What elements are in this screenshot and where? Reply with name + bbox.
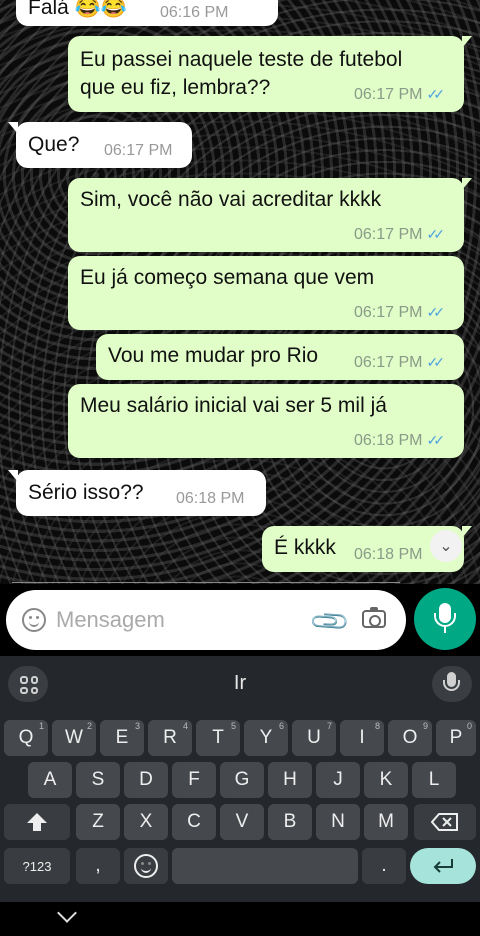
- message-text: Falá 😂😂: [28, 0, 127, 19]
- key-o[interactable]: O9: [388, 720, 432, 756]
- key-t[interactable]: T5: [196, 720, 240, 756]
- message-outgoing[interactable]: Sim, você não vai acreditar kkkk 06:17 P…: [68, 178, 472, 252]
- double-check-icon: ✓✓: [426, 226, 445, 242]
- navigation-bar: [0, 902, 480, 936]
- message-time: 06:17 PM ✓✓: [354, 226, 445, 243]
- emoji-icon: [134, 854, 158, 878]
- key-g[interactable]: G: [220, 762, 264, 798]
- message-outgoing[interactable]: Eu já começo semana que vem 06:17 PM ✓✓: [68, 256, 464, 330]
- message-incoming[interactable]: Falá 😂😂 06:16 PM: [16, 0, 278, 26]
- key-d[interactable]: D: [124, 762, 168, 798]
- apps-grid-button[interactable]: [8, 666, 48, 702]
- key-a[interactable]: A: [28, 762, 72, 798]
- microphone-icon: [443, 672, 460, 691]
- message-incoming[interactable]: Sério isso?? 06:18 PM: [8, 470, 266, 516]
- period-key[interactable]: .: [362, 848, 406, 884]
- message-outgoing[interactable]: Eu passei naquele teste de futebol que e…: [68, 36, 472, 112]
- key-r[interactable]: R4: [148, 720, 192, 756]
- key-z[interactable]: Z: [76, 804, 120, 840]
- camera-icon[interactable]: [362, 607, 386, 628]
- shift-arrow-icon: [27, 813, 47, 831]
- emoji-icon[interactable]: [22, 608, 46, 632]
- message-text: Meu salário inicial vai ser 5 mil já: [80, 394, 387, 417]
- message-text: É kkkk: [274, 536, 336, 559]
- message-text: Que?: [28, 133, 80, 156]
- key-q[interactable]: Q1: [4, 720, 48, 756]
- enter-arrow-icon: [433, 859, 453, 873]
- message-time: 06:18 PM: [176, 490, 245, 507]
- key-m[interactable]: M: [364, 804, 408, 840]
- comma-key[interactable]: ,: [76, 848, 120, 884]
- grid-icon: [20, 676, 38, 694]
- keyboard: Ir Q1 W2 E3 R4 T5 Y6 U7 I8 O9 P0 A S D F…: [0, 656, 480, 936]
- chat-area: Falá 😂😂 06:16 PM Eu passei naquele teste…: [0, 0, 480, 584]
- message-time: 06:16 PM: [160, 4, 229, 21]
- voice-record-button[interactable]: [414, 588, 476, 650]
- divider: [12, 582, 400, 583]
- message-text: Vou me mudar pro Rio: [108, 344, 319, 367]
- message-text: Eu já começo semana que vem: [80, 266, 375, 289]
- emoji-key[interactable]: [124, 848, 168, 884]
- backspace-icon: [431, 813, 458, 831]
- key-y[interactable]: Y6: [244, 720, 288, 756]
- message-text: Sim, você não vai acreditar kkkk: [80, 188, 382, 211]
- message-outgoing[interactable]: Vou me mudar pro Rio 06:17 PM ✓✓: [96, 334, 464, 380]
- message-text-line: que eu fiz, lembra??: [80, 76, 271, 99]
- message-time: 06:17 PM: [104, 142, 173, 159]
- message-time: 06:17 PM ✓✓: [354, 86, 445, 103]
- key-v[interactable]: V: [220, 804, 264, 840]
- message-outgoing[interactable]: Meu salário inicial vai ser 5 mil já 06:…: [68, 384, 464, 458]
- key-k[interactable]: K: [364, 762, 408, 798]
- key-n[interactable]: N: [316, 804, 360, 840]
- double-check-icon: ✓✓: [426, 86, 445, 102]
- symbols-key[interactable]: ?123: [4, 848, 70, 884]
- message-time: 06:17 PM ✓✓: [354, 304, 445, 321]
- voice-typing-button[interactable]: [432, 666, 472, 702]
- message-text-line: Eu passei naquele teste de futebol: [80, 48, 403, 71]
- word-suggestion[interactable]: Ir: [200, 672, 280, 695]
- key-s[interactable]: S: [76, 762, 120, 798]
- key-c[interactable]: C: [172, 804, 216, 840]
- suggestion-strip: Ir: [0, 656, 480, 710]
- chevron-down-icon[interactable]: [57, 903, 77, 923]
- key-w[interactable]: W2: [52, 720, 96, 756]
- message-time: 06:18 PM: [354, 546, 423, 563]
- message-text: Sério isso??: [28, 481, 144, 504]
- message-composer[interactable]: Mensagem 📎: [6, 590, 406, 650]
- key-l[interactable]: L: [412, 762, 456, 798]
- key-j[interactable]: J: [316, 762, 360, 798]
- microphone-icon: [434, 603, 456, 627]
- double-check-icon: ✓✓: [426, 304, 445, 320]
- message-time: 06:18 PM ✓✓: [354, 432, 445, 449]
- paperclip-icon[interactable]: 📎: [308, 599, 353, 644]
- key-x[interactable]: X: [124, 804, 168, 840]
- key-b[interactable]: B: [268, 804, 312, 840]
- space-key[interactable]: [172, 848, 358, 884]
- key-p[interactable]: P0: [436, 720, 476, 756]
- key-u[interactable]: U7: [292, 720, 336, 756]
- double-check-icon: ✓✓: [426, 432, 445, 448]
- shift-key[interactable]: [4, 804, 70, 840]
- double-check-icon: ✓✓: [426, 354, 445, 370]
- key-e[interactable]: E3: [100, 720, 144, 756]
- key-f[interactable]: F: [172, 762, 216, 798]
- chevrons-down-icon[interactable]: ⌄: [430, 530, 462, 562]
- key-h[interactable]: H: [268, 762, 312, 798]
- enter-key[interactable]: [410, 848, 476, 884]
- message-incoming[interactable]: Que? 06:17 PM: [8, 122, 192, 168]
- backspace-key[interactable]: [414, 804, 476, 840]
- key-i[interactable]: I8: [340, 720, 384, 756]
- message-input[interactable]: Mensagem: [56, 607, 165, 633]
- message-time: 06:17 PM ✓✓: [354, 354, 445, 371]
